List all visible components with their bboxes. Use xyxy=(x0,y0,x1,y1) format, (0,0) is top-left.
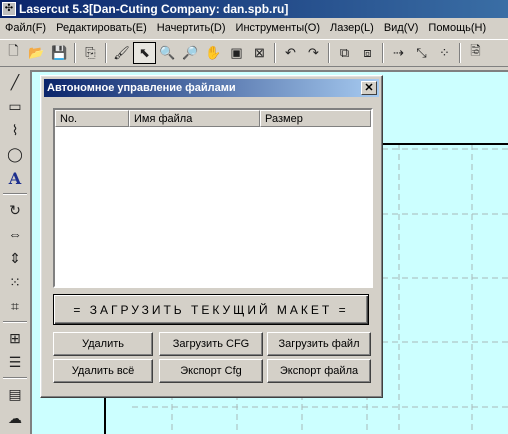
save-icon[interactable]: 💾 xyxy=(48,42,71,64)
export-file-button[interactable]: Экспорт файла xyxy=(267,359,371,383)
file-list[interactable]: No. Имя файла Размер xyxy=(53,108,373,288)
menu-file[interactable]: Файл(F) xyxy=(0,22,51,34)
zoom-fit-icon[interactable]: ⊠ xyxy=(248,42,271,64)
node-edit-icon[interactable]: ⁙ xyxy=(2,271,28,294)
rectangle-tool-icon[interactable]: ▭ xyxy=(2,95,28,118)
ruler-icon[interactable]: ▤ xyxy=(2,383,28,406)
mirror-vertical-icon[interactable]: ⇕ xyxy=(2,247,28,270)
toolbar-separator xyxy=(328,43,330,63)
close-icon[interactable]: ✕ xyxy=(361,81,377,95)
array-icon[interactable]: ⁘ xyxy=(433,42,456,64)
grid-icon[interactable]: ⊞ xyxy=(2,327,28,350)
crop-icon[interactable]: ⌗ xyxy=(2,295,28,318)
column-header-filename[interactable]: Имя файла xyxy=(129,110,260,127)
export-cfg-button[interactable]: Экспорт Cfg xyxy=(159,359,263,383)
pan-hand-icon[interactable]: ✋ xyxy=(202,42,225,64)
open-folder-icon[interactable]: 📂 xyxy=(25,42,48,64)
column-header-number[interactable]: No. xyxy=(55,110,129,127)
laser-tool-icon[interactable]: ☁ xyxy=(2,407,28,430)
ungroup-icon[interactable]: ⧈ xyxy=(356,42,379,64)
brush-icon[interactable]: 🖌 xyxy=(110,42,133,64)
mirror-horizontal-icon[interactable]: ⇔ xyxy=(2,223,28,246)
menu-draw[interactable]: Начертить(D) xyxy=(152,22,231,34)
main-toolbar: 🗋 📂 💾 ⎘ 🖌 ⬉ 🔍 🔎 ✋ ▣ ⊠ ↶ ↷ ⧉ ⧈ ⇢ ⤡ ⁘ 🗟 xyxy=(0,39,508,67)
load-cfg-button[interactable]: Загрузить CFG xyxy=(159,332,263,356)
app-title-bar: ✣ Lasercut 5.3[Dan-Cuting Company: dan.s… xyxy=(0,0,508,18)
rotate-tool-icon[interactable]: ↻ xyxy=(2,199,28,222)
toolbar-separator xyxy=(3,193,27,195)
line-tool-icon[interactable]: ⤡ xyxy=(410,42,433,64)
toolbar-separator xyxy=(3,377,27,379)
toolbar-separator xyxy=(3,321,27,323)
menu-view[interactable]: Вид(V) xyxy=(379,22,424,34)
text-tool-icon[interactable]: A xyxy=(2,167,28,190)
line-tool-icon[interactable]: ╱ xyxy=(2,71,28,94)
offline-file-manager-dialog: Автономное управление файлами ✕ No. Имя … xyxy=(40,75,383,398)
redo-icon[interactable]: ↷ xyxy=(302,42,325,64)
lasercut-app-icon[interactable]: ✣ xyxy=(2,2,16,16)
group-icon[interactable]: ⧉ xyxy=(333,42,356,64)
load-current-layout-button[interactable]: = ЗАГРУЗИТЬ ТЕКУЩИЙ МАКЕТ = xyxy=(53,294,369,325)
menu-tools[interactable]: Инструменты(O) xyxy=(231,22,325,34)
toolbar-separator xyxy=(382,43,384,63)
delete-all-button[interactable]: Удалить всё xyxy=(53,359,153,383)
toolbar-separator xyxy=(274,43,276,63)
import-icon[interactable]: ⎘ xyxy=(79,42,102,64)
select-arrow-icon[interactable]: ⬉ xyxy=(133,42,156,64)
polyline-tool-icon[interactable]: ⌇ xyxy=(2,119,28,142)
dialog-title-bar[interactable]: Автономное управление файлами ✕ xyxy=(44,79,379,97)
drawing-toolbar: ╱ ▭ ⌇ ◯ A ↻ ⇔ ⇕ ⁙ ⌗ ⊞ ☰ ▤ ☁ xyxy=(0,70,30,434)
ellipse-tool-icon[interactable]: ◯ xyxy=(2,143,28,166)
new-file-icon[interactable]: 🗋 xyxy=(2,42,25,64)
toolbar-separator xyxy=(74,43,76,63)
zoom-window-icon[interactable]: ▣ xyxy=(225,42,248,64)
file-list-header: No. Имя файла Размер xyxy=(55,110,371,127)
menu-laser[interactable]: Лазер(L) xyxy=(325,22,379,34)
toolbar-separator xyxy=(459,43,461,63)
undo-icon[interactable]: ↶ xyxy=(279,42,302,64)
path-direction-icon[interactable]: ⇢ xyxy=(387,42,410,64)
column-header-size[interactable]: Размер xyxy=(260,110,371,127)
toolbar-separator xyxy=(105,43,107,63)
app-title: Lasercut 5.3[Dan-Cuting Company: dan.spb… xyxy=(19,2,289,16)
zoom-out-icon[interactable]: 🔎 xyxy=(179,42,202,64)
menu-edit[interactable]: Редактировать(E) xyxy=(51,22,152,34)
preview-icon[interactable]: 🗟 xyxy=(464,42,487,64)
delete-button[interactable]: Удалить xyxy=(53,332,153,356)
menu-bar: Файл(F) Редактировать(E) Начертить(D) Ин… xyxy=(0,19,508,37)
dialog-title: Автономное управление файлами xyxy=(47,82,236,94)
load-file-button[interactable]: Загрузить файл xyxy=(267,332,371,356)
zoom-in-icon[interactable]: 🔍 xyxy=(156,42,179,64)
align-icon[interactable]: ☰ xyxy=(2,351,28,374)
menu-help[interactable]: Помощь(H) xyxy=(423,22,491,34)
